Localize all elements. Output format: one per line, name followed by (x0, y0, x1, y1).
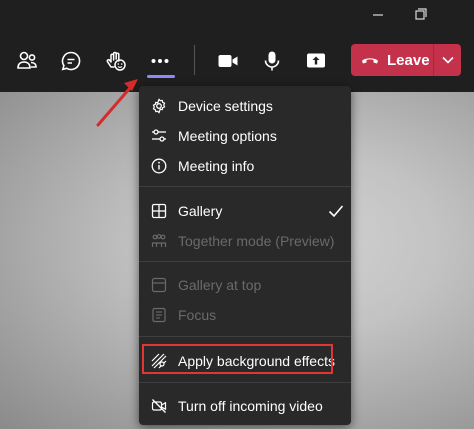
reactions-button[interactable] (99, 44, 133, 78)
toolbar-divider (194, 45, 195, 75)
camera-icon (218, 55, 238, 67)
camera-button[interactable] (211, 44, 245, 78)
menu-item-label: Gallery (178, 203, 223, 219)
leave-button[interactable]: Leave (351, 44, 433, 76)
grid-icon (151, 203, 167, 219)
checkmark-icon (328, 205, 344, 218)
microphone-icon (264, 51, 280, 71)
layout-top-icon (151, 277, 167, 293)
info-icon (151, 158, 167, 174)
share-button[interactable] (299, 44, 333, 78)
more-options-icon (151, 59, 169, 63)
menu-separator (139, 382, 351, 383)
menu-item-turn-off-incoming-video[interactable]: Turn off incoming video (139, 391, 351, 421)
menu-item-apply-background-effects[interactable]: Apply background effects (139, 344, 351, 376)
focus-icon (152, 307, 166, 323)
sliders-icon (152, 129, 166, 142)
menu-separator (139, 186, 351, 187)
leave-options-button[interactable] (434, 44, 461, 76)
menu-item-label: Turn off incoming video (178, 398, 323, 414)
leave-button-group: Leave (351, 44, 461, 76)
menu-item-together-mode: Together mode (Preview) (139, 226, 351, 256)
title-bar (0, 0, 474, 30)
share-screen-icon (307, 53, 325, 68)
chat-icon (61, 51, 81, 71)
menu-item-label: Together mode (Preview) (178, 233, 335, 249)
menu-item-device-settings[interactable]: Device settings (139, 91, 351, 121)
people-icon (17, 51, 37, 69)
raise-hand-icon (106, 51, 126, 71)
menu-item-meeting-info[interactable]: Meeting info (139, 151, 351, 181)
menu-item-label: Focus (178, 307, 217, 323)
menu-item-meeting-options[interactable]: Meeting options (139, 121, 351, 151)
leave-label: Leave (387, 51, 430, 69)
menu-item-label: Gallery at top (178, 277, 262, 293)
menu-item-gallery-at-top: Gallery at top (139, 270, 351, 300)
menu-separator (139, 336, 351, 337)
highlight-box (142, 344, 333, 374)
video-off-icon (151, 399, 167, 413)
hang-up-icon (362, 58, 378, 64)
restore-icon[interactable] (410, 6, 430, 24)
menu-item-label: Meeting options (178, 128, 277, 144)
menu-item-label: Meeting info (178, 158, 255, 174)
menu-item-gallery[interactable]: Gallery (139, 196, 351, 226)
minimize-icon[interactable] (368, 6, 388, 24)
chat-button[interactable] (54, 44, 88, 78)
gear-icon (152, 98, 166, 114)
participants-button[interactable] (10, 44, 44, 78)
chevron-down-icon (441, 56, 454, 64)
menu-item-focus: Focus (139, 300, 351, 330)
more-actions-menu: Device settings Meeting options Meeting … (139, 86, 351, 425)
menu-separator (139, 261, 351, 262)
more-actions-button[interactable] (143, 44, 177, 78)
microphone-button[interactable] (255, 44, 289, 78)
active-indicator (147, 75, 175, 78)
menu-item-label: Device settings (178, 98, 273, 114)
people-icon (151, 234, 167, 247)
